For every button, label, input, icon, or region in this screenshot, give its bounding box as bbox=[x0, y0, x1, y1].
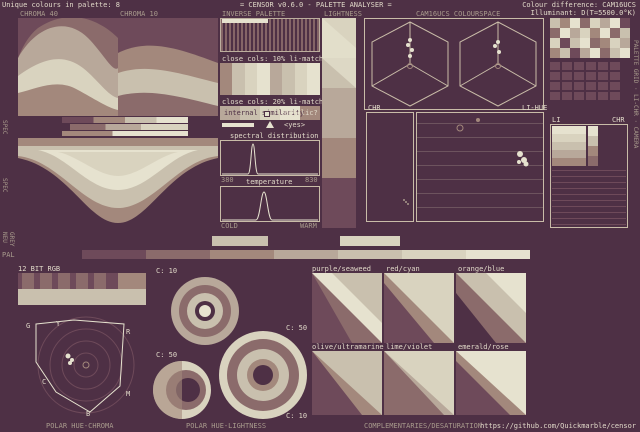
wavelength-min: 380 bbox=[221, 176, 234, 184]
ring-c10-b bbox=[219, 331, 307, 419]
side-label-right: PALETTE GRID · LI-CHR · CAMERA bbox=[632, 40, 639, 149]
chroma-10-plot bbox=[118, 18, 218, 116]
c10-label-a: C: 10 bbox=[156, 267, 178, 275]
polar-b: B bbox=[86, 410, 91, 418]
cam16ucs-label: CAM16UCS COLOURSPACE bbox=[416, 10, 501, 18]
pal-label: PAL bbox=[2, 251, 15, 259]
github-link[interactable]: https://github.com/Quickmarble/censor bbox=[480, 422, 636, 430]
pair-lime-violet: lime/violet bbox=[386, 343, 433, 351]
inverse-palette-grid bbox=[220, 18, 320, 52]
polar-c: C bbox=[42, 378, 47, 386]
chroma-40-plot bbox=[18, 18, 118, 116]
lightness-strip-1 bbox=[62, 117, 188, 123]
grey-label: GREY bbox=[8, 232, 15, 247]
warning-icon bbox=[266, 121, 274, 128]
inverse-palette-label: INVERSE PALETTE bbox=[222, 10, 286, 18]
cam16ucs-cube-left bbox=[371, 21, 449, 107]
app-title: = CENSOR v0.6.0 - PALETTE ANALYSER = bbox=[240, 1, 392, 9]
similarity-bar bbox=[222, 123, 254, 127]
temperature-warm: WARM bbox=[300, 222, 317, 230]
polar-r: R bbox=[126, 328, 131, 336]
palette-grid bbox=[550, 18, 630, 100]
wavelength-max: 830 bbox=[305, 176, 318, 184]
chroma-40-label: CHROMA 40 bbox=[20, 10, 58, 18]
c10-label-b: C: 10 bbox=[286, 412, 308, 420]
cam16ucs-cube-right bbox=[459, 21, 537, 107]
tri-lime-violet bbox=[384, 351, 454, 415]
lightness-strip-3 bbox=[62, 131, 188, 136]
tri-olive-ultramarine bbox=[312, 351, 382, 415]
chr-bars bbox=[588, 126, 598, 166]
li-label: LI bbox=[552, 116, 561, 124]
lightness-strip-2 bbox=[70, 124, 188, 130]
spec-label-left-2: SPEC bbox=[1, 178, 8, 193]
12bit-rgb-label: 12 BIT RGB bbox=[18, 265, 61, 273]
chr-plot-points bbox=[403, 199, 409, 205]
li-hue-plot-points bbox=[456, 118, 529, 167]
tri-red-cyan bbox=[384, 273, 454, 343]
polar-hue-chroma-plot bbox=[35, 316, 135, 414]
close-cols-10-label: close cols: 10% li-match bbox=[222, 55, 324, 63]
pair-purple-seaweed: purple/seaweed bbox=[312, 265, 372, 273]
close-cols-10-swatches bbox=[220, 63, 320, 95]
chr-label: CHR bbox=[368, 104, 381, 112]
polar-hue-chroma-caption: POLAR HUE-CHROMA bbox=[46, 422, 114, 430]
lightness-label: LIGHTNESS bbox=[324, 10, 362, 18]
chroma-10-label: CHROMA 10 bbox=[120, 10, 158, 18]
lightness-strip bbox=[322, 18, 356, 228]
c50-label-b: C: 50 bbox=[156, 351, 178, 359]
palette-strip bbox=[18, 250, 530, 259]
tri-emerald-rose bbox=[456, 351, 526, 415]
temperature-label: temperature bbox=[246, 178, 293, 186]
illuminant-label: Illuminant: D(T=5500.0°K) bbox=[530, 9, 636, 17]
tri-purple-seaweed bbox=[312, 273, 382, 343]
inverse-palette-swatch bbox=[222, 19, 268, 23]
li-bars bbox=[552, 126, 586, 166]
li-hue-label: LI-HUE bbox=[522, 104, 548, 112]
close-cols-20-label: close cols: 20% li-match bbox=[222, 98, 324, 106]
pair-olive-ultramarine: olive/ultramarine bbox=[312, 343, 384, 351]
polar-g: G bbox=[26, 322, 31, 330]
tri-orange-blue bbox=[456, 273, 526, 343]
neu-label: NEU bbox=[1, 232, 8, 243]
temperature-cold: COLD bbox=[221, 222, 238, 230]
pair-emerald-rose: emerald/rose bbox=[458, 343, 509, 351]
grey-ramp-highlight-2 bbox=[340, 236, 400, 246]
spectral-distribution-label: spectral distribution bbox=[230, 132, 319, 140]
colour-difference-label: Colour difference: CAM16UCS bbox=[522, 1, 636, 9]
li-chr-lines bbox=[552, 170, 626, 226]
complementaries-caption: COMPLEMENTARIES/DESATURATION bbox=[364, 422, 483, 430]
polar-m: M bbox=[126, 390, 131, 398]
ring-c50-b bbox=[153, 361, 211, 419]
12bit-rgb-plot bbox=[18, 273, 146, 305]
chr-label-right: CHR bbox=[612, 116, 625, 124]
polar-y: Y bbox=[56, 320, 61, 328]
temperature-plot bbox=[220, 186, 320, 222]
acyclic-label: acyclic? bbox=[284, 109, 318, 117]
spectral-distribution-plot bbox=[220, 140, 320, 176]
spectral-bowl-plot bbox=[18, 138, 218, 226]
spec-label-left: SPEC bbox=[1, 120, 8, 135]
grey-ramp-highlight-1 bbox=[212, 236, 268, 246]
polar-hue-lightness-caption: POLAR HUE-LIGHTNESS bbox=[186, 422, 267, 430]
internal-similarity-check bbox=[264, 111, 270, 117]
pair-red-cyan: red/cyan bbox=[386, 265, 420, 273]
acyclic-value: <yes> bbox=[284, 121, 306, 129]
unique-colours-count: Unique colours in palette: 8 bbox=[2, 1, 121, 9]
pair-orange-blue: orange/blue bbox=[458, 265, 505, 273]
